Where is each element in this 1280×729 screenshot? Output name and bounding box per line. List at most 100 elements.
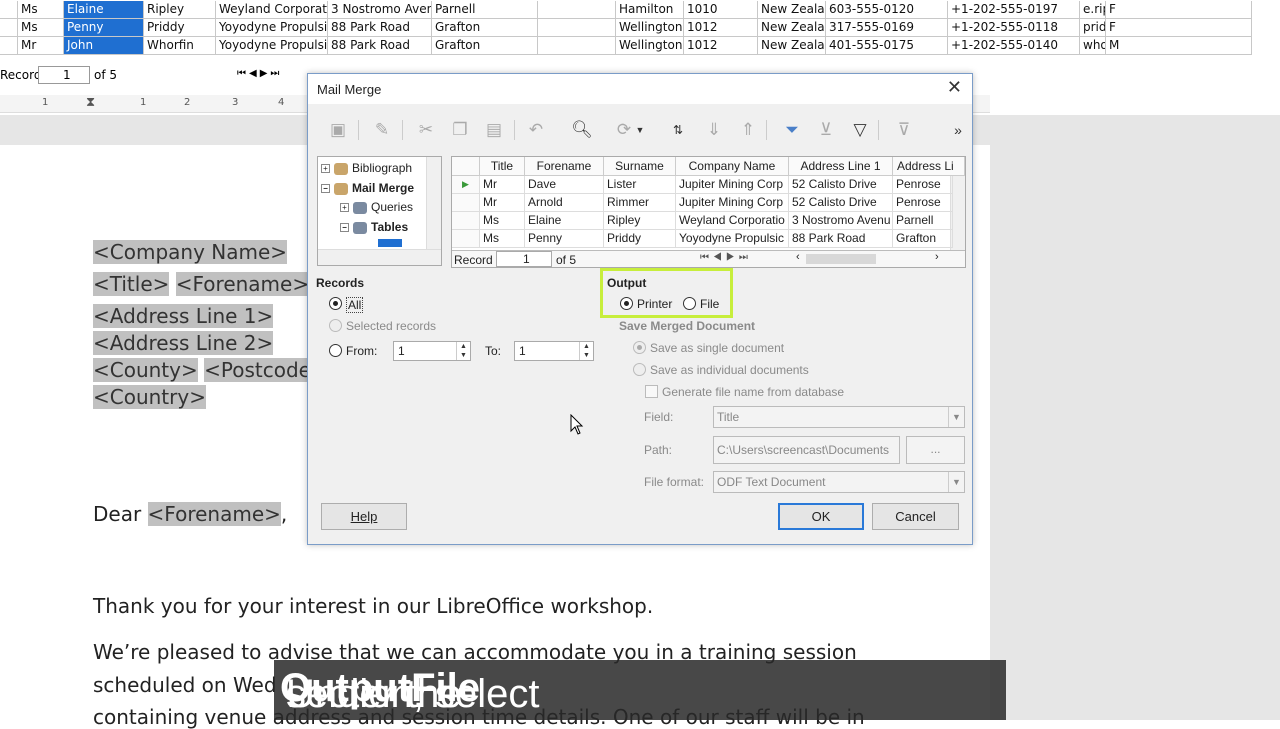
record-nav-buttons[interactable]: ⏮◀▶⏭	[237, 68, 282, 79]
grid-cell[interactable]: 52 Calisto Drive	[789, 176, 893, 194]
col-header[interactable]: Company Name	[676, 157, 789, 176]
background-table-cell[interactable]: Grafton	[432, 19, 538, 37]
grid-cell[interactable]: Dave	[525, 176, 604, 194]
ok-button[interactable]: OK	[778, 503, 864, 530]
grid-cell[interactable]: 3 Nostromo Avenu	[789, 212, 893, 230]
path-field[interactable]: C:\Users\screencast\Documents	[713, 436, 900, 464]
help-button[interactable]: Help	[321, 503, 407, 530]
records-selected-radio[interactable]	[329, 319, 342, 332]
records-all-radio[interactable]	[329, 297, 342, 310]
grid-cell[interactable]: Grafton	[893, 230, 953, 248]
tree-item-bibliography[interactable]: + Bibliograph	[321, 159, 412, 178]
background-table-cell[interactable]: +1-202-555-0140	[948, 37, 1080, 55]
background-table-cell[interactable]: 1012	[684, 37, 758, 55]
background-table-cell[interactable]: New Zealan	[758, 1, 826, 19]
background-table-cell[interactable]: New Zealan	[758, 37, 826, 55]
save-single-label[interactable]: Save as single document	[650, 341, 784, 355]
field-dear-forename[interactable]: <Forename>	[147, 502, 281, 526]
background-table-cell[interactable]: 603-555-0120	[826, 1, 948, 19]
tree-item-mail-merge[interactable]: − Mail Merge	[321, 179, 414, 198]
background-table-cell[interactable]: 1010	[684, 1, 758, 19]
cancel-button[interactable]: Cancel	[872, 503, 959, 530]
grid-cell[interactable]: Jupiter Mining Corp	[676, 176, 789, 194]
save-individual-label[interactable]: Save as individual documents	[650, 363, 809, 377]
background-table-cell[interactable]: Mr	[18, 37, 64, 55]
background-table-cell[interactable]: +1-202-555-0197	[948, 1, 1080, 19]
row-header[interactable]	[0, 37, 18, 55]
spin-arrows-icon[interactable]: ▲ ▼	[579, 342, 593, 360]
toolbar-more[interactable]: »	[946, 118, 970, 142]
row-header[interactable]: ▶	[452, 176, 480, 194]
generate-filename-checkbox[interactable]	[645, 385, 658, 398]
background-table-cell[interactable]: Penny	[64, 19, 144, 37]
tree-item-queries[interactable]: + Queries	[340, 198, 413, 217]
spin-arrows-icon[interactable]: ▲ ▼	[456, 342, 470, 360]
record-field[interactable]: 1	[38, 66, 90, 84]
grid-cell[interactable]: Priddy	[604, 230, 676, 248]
grid-cell[interactable]: Elaine	[525, 212, 604, 230]
field-country[interactable]: <Country>	[93, 385, 206, 409]
background-table-cell[interactable]	[538, 37, 616, 55]
row-header[interactable]	[452, 212, 480, 230]
background-table-cell[interactable]: 3 Nostromo Avenu	[328, 1, 432, 19]
undo-icon[interactable]: ↶	[524, 118, 548, 142]
background-table-cell[interactable]: 1012	[684, 19, 758, 37]
grid-cell[interactable]: Mr	[480, 176, 525, 194]
field-county[interactable]: <County>	[93, 358, 198, 382]
background-table-cell[interactable]: 401-555-0175	[826, 37, 948, 55]
field-company[interactable]: <Company Name>	[93, 240, 288, 264]
col-header[interactable]: Address Li	[893, 157, 965, 176]
background-table-cell[interactable]	[538, 19, 616, 37]
grid-cell[interactable]: Penny	[525, 230, 604, 248]
background-table-cell[interactable]: Elaine	[64, 1, 144, 19]
tree-hscroll[interactable]	[318, 249, 441, 265]
field-address-2[interactable]: <Address Line 2>	[93, 331, 274, 355]
background-table-cell[interactable]: Hamilton	[616, 1, 684, 19]
col-header[interactable]: Address Line 1	[789, 157, 893, 176]
tree-vscroll[interactable]	[426, 157, 441, 249]
to-spinbox[interactable]: 1 ▲ ▼	[514, 341, 594, 361]
background-table-cell[interactable]: New Zealan	[758, 19, 826, 37]
background-table-cell[interactable]: Yoyodyne Propulsic	[216, 19, 328, 37]
background-table-cell[interactable]: Ms	[18, 19, 64, 37]
chevron-down-icon[interactable]: ▼	[948, 472, 964, 492]
background-table-cell[interactable]: 88 Park Road	[328, 19, 432, 37]
grid-nav-buttons[interactable]: ⏮◀▶⏭	[700, 252, 752, 263]
save-single-radio[interactable]	[633, 341, 646, 354]
grid-hscroll-thumb[interactable]	[806, 254, 876, 264]
background-table-cell[interactable]: e.ripley@weylandy	[1080, 1, 1106, 19]
records-all-label[interactable]: All	[346, 297, 364, 313]
background-table-cell[interactable]: Parnell	[432, 1, 538, 19]
grid-cell[interactable]: Ms	[480, 212, 525, 230]
grid-cell[interactable]: 88 Park Road	[789, 230, 893, 248]
background-table-cell[interactable]: whorfin@yoyodyn	[1080, 37, 1106, 55]
grid-cell[interactable]: Ms	[480, 230, 525, 248]
grid-cell[interactable]: Penrose	[893, 176, 953, 194]
background-table-cell[interactable]: Wellington	[616, 19, 684, 37]
sort-ascending-icon[interactable]: ⇓	[702, 118, 726, 142]
field-forename[interactable]: <Forename>	[175, 272, 310, 296]
background-table-cell[interactable]: John	[64, 37, 144, 55]
background-table-cell[interactable]: F	[1106, 1, 1252, 19]
grid-cell[interactable]: Arnold	[525, 194, 604, 212]
records-selected-label[interactable]: Selected records	[346, 319, 436, 333]
col-header[interactable]: Surname	[604, 157, 676, 176]
chevron-down-icon[interactable]: ▼	[628, 118, 652, 142]
standard-filter-icon[interactable]: ▽	[848, 118, 872, 142]
background-table-cell[interactable]: Priddy	[144, 19, 216, 37]
tree-item-tables[interactable]: − Tables	[340, 218, 408, 237]
background-table-cell[interactable]: Ripley	[144, 1, 216, 19]
paste-icon[interactable]: ▤	[482, 118, 506, 142]
autofilter-icon[interactable]: ⏷	[780, 118, 804, 142]
copy-icon[interactable]: ❐	[448, 118, 472, 142]
background-table-cell[interactable]: 317-555-0169	[826, 19, 948, 37]
cut-icon[interactable]: ✂	[414, 118, 438, 142]
background-table-cell[interactable]: Grafton	[432, 37, 538, 55]
records-from-radio[interactable]	[329, 344, 342, 357]
background-table-cell[interactable]: F	[1106, 19, 1252, 37]
browse-button[interactable]: ...	[906, 436, 965, 464]
scroll-right-icon[interactable]: ›	[935, 251, 939, 263]
col-header[interactable]: Title	[480, 157, 525, 176]
generate-filename-label[interactable]: Generate file name from database	[662, 385, 844, 399]
row-header[interactable]	[0, 1, 18, 19]
